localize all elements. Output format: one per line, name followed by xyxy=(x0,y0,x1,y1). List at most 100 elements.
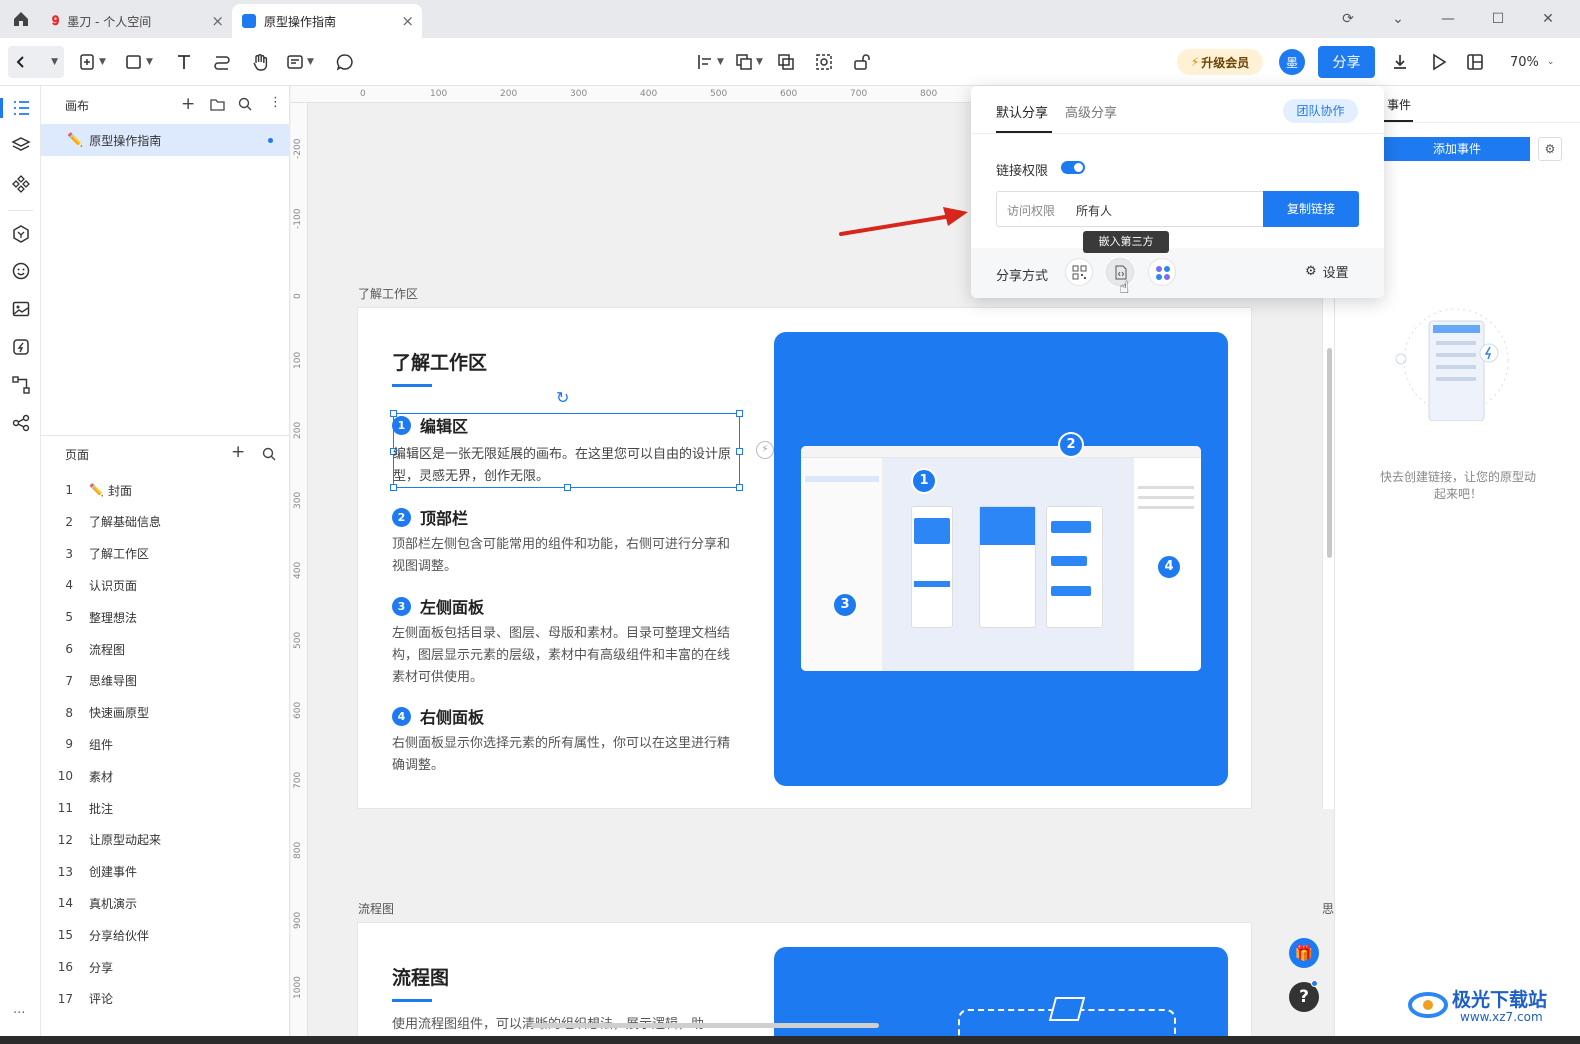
align-tool[interactable]: ▼ xyxy=(696,50,724,74)
board-label: 思 xyxy=(1322,902,1334,916)
page-label: 创建事件 xyxy=(89,865,138,880)
settings-link[interactable]: ⚙ 设置 xyxy=(1305,262,1349,281)
avatar[interactable]: 墨 xyxy=(1279,49,1305,75)
add-canvas-icon[interactable]: + xyxy=(181,96,195,113)
page-item[interactable]: 15 分享给伙伴 xyxy=(41,919,290,951)
settings-gear-icon[interactable]: ⚙ xyxy=(1538,137,1562,161)
layers-icon[interactable] xyxy=(11,135,31,155)
close-tab-icon[interactable]: × xyxy=(401,12,414,30)
download-icon[interactable] xyxy=(1391,50,1409,74)
note-tool[interactable]: ▼ xyxy=(286,50,314,74)
page-item[interactable]: 3 了解工作区 xyxy=(41,538,290,570)
page-item[interactable]: 11 批注 xyxy=(41,792,290,824)
add-event-button[interactable]: 添加事件 xyxy=(1384,137,1530,161)
arrange-tool[interactable]: ▼ xyxy=(735,50,763,74)
page-item[interactable]: 14 真机演示 xyxy=(41,887,290,919)
close-window-icon[interactable]: ✕ xyxy=(1538,9,1558,29)
horizontal-scrollbar[interactable] xyxy=(531,1023,879,1028)
maximize-icon[interactable]: ☐ xyxy=(1488,9,1508,29)
upgrade-button[interactable]: ⚡ 升级会员 xyxy=(1177,49,1263,75)
upgrade-label: 升级会员 xyxy=(1201,55,1250,70)
emoji-icon[interactable] xyxy=(11,261,31,281)
title-bar: 𝟗 墨刀 - 个人空间 × 原型操作指南 × ⟳ ⌄ — ☐ ✕ xyxy=(0,0,1580,38)
preview-play-icon[interactable] xyxy=(1430,50,1448,74)
page-item[interactable]: 5 整理想法 xyxy=(41,601,290,633)
page-item[interactable]: 17 评论 xyxy=(41,983,290,1015)
page-item[interactable]: 1 ✏️ 封面 xyxy=(41,474,290,506)
back-button[interactable]: ▼ xyxy=(8,46,64,78)
tab-label: 墨刀 - 个人空间 xyxy=(67,14,152,29)
page-item[interactable]: 4 认识页面 xyxy=(41,569,290,601)
canvas-item-selected[interactable]: ✏️ 原型操作指南 xyxy=(41,124,290,156)
components-icon[interactable] xyxy=(11,174,31,194)
search-icon[interactable] xyxy=(238,97,252,111)
more-options-icon[interactable]: ⋮ xyxy=(269,95,282,110)
outline-icon[interactable] xyxy=(11,98,31,118)
mindmap-icon[interactable] xyxy=(11,413,31,433)
tab-default-share[interactable]: 默认分享 xyxy=(996,102,1048,121)
group-icon[interactable] xyxy=(777,50,795,74)
page-number: 13 xyxy=(57,864,73,879)
share-button[interactable]: 分享 xyxy=(1318,46,1375,78)
unlock-icon[interactable] xyxy=(853,50,873,74)
page-item[interactable]: 12 让原型动起来 xyxy=(41,824,290,856)
refresh-icon[interactable]: ⟳ xyxy=(1338,9,1358,29)
apps-icon[interactable] xyxy=(1148,258,1176,286)
ruler-tick-label: 500 xyxy=(710,89,728,99)
add-page-button[interactable]: ▼ xyxy=(78,50,106,74)
master-icon[interactable] xyxy=(11,224,31,244)
board-workspace[interactable]: 了解工作区 ↻ ⚡ 1 编辑区 编辑区是一张无限延展的画布。在这里您可以自由的设计… xyxy=(357,307,1252,809)
layout-toggle-icon[interactable] xyxy=(1466,50,1484,74)
left-rail: ··· xyxy=(0,86,41,1036)
image-icon[interactable] xyxy=(11,299,31,319)
more-icon[interactable]: ··· xyxy=(13,1006,25,1021)
access-value: 所有人 xyxy=(1076,204,1113,218)
vertical-scrollbar[interactable] xyxy=(1327,348,1332,558)
flowchart-icon[interactable] xyxy=(11,375,31,395)
add-page-icon[interactable]: + xyxy=(231,444,245,461)
copy-link-button[interactable]: 复制链接 xyxy=(1263,191,1359,227)
section-1-title: 1 编辑区 xyxy=(392,413,468,437)
team-collab-button[interactable]: 团队协作 xyxy=(1283,99,1358,123)
interaction-lightning-icon[interactable]: ⚡ xyxy=(756,441,774,459)
page-item[interactable]: 10 素材 xyxy=(41,760,290,792)
close-tab-icon[interactable]: × xyxy=(211,12,224,30)
comment-tool-icon[interactable] xyxy=(336,50,354,74)
minimize-icon[interactable]: — xyxy=(1438,9,1458,29)
chevron-down-icon[interactable]: ▼ xyxy=(51,57,58,67)
page-item[interactable]: 9 组件 xyxy=(41,728,290,760)
page-item[interactable]: 7 思维导图 xyxy=(41,665,290,697)
tab-personal-space[interactable]: 𝟗 墨刀 - 个人空间 × xyxy=(42,4,232,38)
ruler-tick-label: -100 xyxy=(293,208,303,229)
hand-tool-icon[interactable] xyxy=(250,50,270,74)
left-panel: 画布 + ⋮ ✏️ 原型操作指南 页面 + 1 ✏️ 封面 2 了解基础信息 3 了解工作区… xyxy=(41,86,290,1036)
page-item[interactable]: 6 流程图 xyxy=(41,633,290,665)
chevron-down-icon[interactable]: ⌄ xyxy=(1388,9,1408,29)
rotate-handle-icon[interactable]: ↻ xyxy=(556,388,569,407)
board-flowchart[interactable]: 流程图 使用流程图组件，可以清晰的组织想法，展示逻辑，助 xyxy=(357,922,1252,1036)
gift-icon[interactable]: 🎁 xyxy=(1289,938,1319,968)
tab-prototype-guide[interactable]: 原型操作指南 × xyxy=(232,4,422,38)
search-pages-icon[interactable] xyxy=(262,447,276,461)
connector-tool-icon[interactable] xyxy=(213,50,231,74)
link-permission-toggle[interactable] xyxy=(1061,161,1085,174)
page-item[interactable]: 8 快速画原型 xyxy=(41,697,290,729)
canvas-header: 画布 xyxy=(65,99,90,113)
tab-events[interactable]: 事件 xyxy=(1387,96,1411,113)
icon-library-icon[interactable] xyxy=(11,337,31,357)
component-icon[interactable] xyxy=(815,50,833,74)
page-item[interactable]: 13 创建事件 xyxy=(41,856,290,888)
tab-advanced-share[interactable]: 高级分享 xyxy=(1065,102,1117,121)
zoom-select[interactable]: 70% ⌄ xyxy=(1510,50,1554,74)
home-icon[interactable] xyxy=(12,10,30,28)
section-2-title: 2 顶部栏 xyxy=(392,505,468,529)
qrcode-icon[interactable] xyxy=(1065,258,1093,286)
empty-state-text: 快去创建链接，让您的原型动起来吧！ xyxy=(1379,470,1536,501)
rectangle-tool[interactable]: ▼ xyxy=(125,50,153,74)
text-tool-icon[interactable] xyxy=(175,50,193,74)
empty-state-illustration xyxy=(1395,308,1509,421)
page-item[interactable]: 2 了解基础信息 xyxy=(41,506,290,538)
folder-icon[interactable] xyxy=(210,97,225,111)
page-label: 批注 xyxy=(89,801,114,816)
page-item[interactable]: 16 分享 xyxy=(41,951,290,983)
